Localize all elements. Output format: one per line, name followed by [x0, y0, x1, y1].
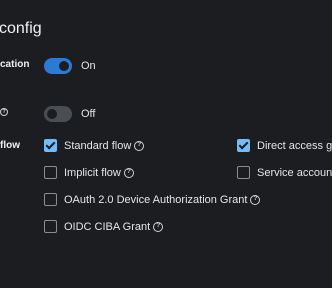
service-accounts-label: Service account	[257, 166, 332, 179]
capability-config-panel: config cation On ? Off flow Standard flo…	[0, 0, 332, 288]
device-grant-checkbox[interactable]	[44, 193, 57, 206]
direct-access-option[interactable]: Direct access gr	[237, 139, 332, 152]
client-authentication-state: On	[81, 60, 96, 72]
device-grant-option[interactable]: OAuth 2.0 Device Authorization Grant ?	[44, 193, 261, 206]
ciba-grant-checkbox[interactable]	[44, 220, 57, 233]
implicit-flow-label: Implicit flow	[64, 166, 121, 179]
direct-access-label: Direct access gr	[257, 139, 332, 152]
ciba-grant-option[interactable]: OIDC CIBA Grant ?	[44, 220, 164, 233]
authorization-toggle[interactable]	[44, 106, 72, 122]
standard-flow-label: Standard flow	[64, 139, 132, 152]
help-icon[interactable]: ?	[134, 140, 145, 151]
authorization-state: Off	[81, 108, 96, 120]
service-accounts-checkbox[interactable]	[237, 166, 250, 179]
client-authentication-label: cation	[0, 59, 30, 70]
standard-flow-checkbox[interactable]	[44, 139, 57, 152]
standard-flow-option[interactable]: Standard flow ?	[44, 139, 145, 152]
implicit-flow-checkbox[interactable]	[44, 166, 57, 179]
help-icon[interactable]: ?	[250, 194, 261, 205]
section-title: config	[0, 20, 42, 37]
help-icon[interactable]: ?	[123, 167, 134, 178]
ciba-grant-label: OIDC CIBA Grant	[64, 220, 151, 233]
help-icon[interactable]: ?	[153, 221, 164, 232]
service-accounts-option[interactable]: Service account	[237, 166, 332, 179]
direct-access-checkbox[interactable]	[237, 139, 250, 152]
toggle-knob	[59, 61, 69, 71]
authentication-flow-label: flow	[0, 140, 20, 151]
implicit-flow-option[interactable]: Implicit flow ?	[44, 166, 134, 179]
help-icon[interactable]: ?	[0, 108, 8, 117]
authorization-label: ?	[0, 107, 8, 118]
device-grant-label: OAuth 2.0 Device Authorization Grant	[64, 193, 248, 206]
client-authentication-toggle[interactable]	[44, 58, 72, 74]
toggle-knob	[47, 109, 57, 119]
